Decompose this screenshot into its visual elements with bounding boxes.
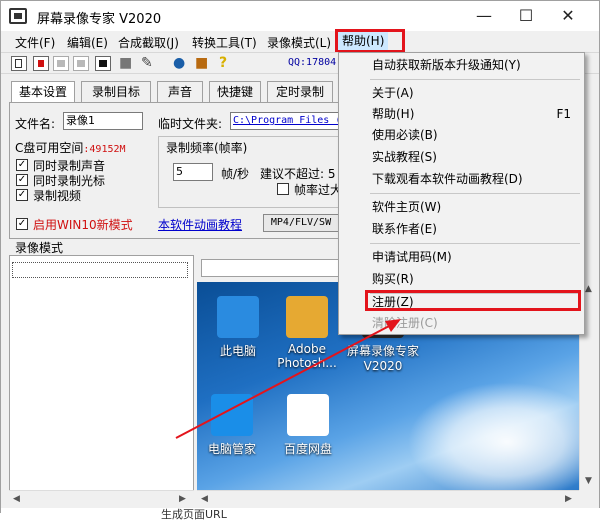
menu-convert[interactable]: 转换工具(T) [192,34,257,51]
desktop-icon-label: 此电脑 [219,344,256,358]
file-list-pane[interactable] [9,255,194,491]
bottom-status-text: 生成页面URL [161,508,227,521]
frame-rate-group-title: 录制频率(帧率) [164,139,250,156]
desktop-icon-baidu-pan[interactable]: 百度网盘 [273,394,343,457]
record-video-label: 录制视频 [33,189,82,203]
tutorial-link[interactable]: 本软件动画教程 [158,216,242,233]
menu-separator [370,79,580,80]
menu-item-help[interactable]: 帮助(H) F1 [342,104,581,124]
menu-item-trial-code[interactable]: 申请试用码(M) [342,247,581,267]
desktop-icon-this-pc[interactable]: 此电脑 [203,296,273,359]
scroll-left-icon[interactable]: ◀ [201,494,208,504]
desktop-icon-photoshop[interactable]: Adobe Photosh... [272,296,342,370]
title-bar: 屏幕录像专家 V2020 — ☐ ✕ [1,1,599,31]
checkbox-record-video[interactable]: ✓ [16,189,28,201]
horizontal-scrollbar[interactable]: ◀ ▶ [197,490,579,508]
shield-icon [211,394,253,436]
desktop-wallpaper-cloud [407,382,579,490]
fps-unit: 帧/秒 [221,167,250,181]
format-button[interactable]: MP4/FLV/SW [263,214,339,232]
filename-input[interactable]: 录像1 [63,112,143,130]
menu-item-must-read[interactable]: 使用必读(B) [342,125,581,145]
fps-high-label: 帧率过大 [294,183,343,197]
maximize-button[interactable]: ☐ [511,5,541,27]
qq-number: QQ:17804 [288,57,337,68]
fps-suggestion: 建议不超过: 5 [260,167,336,181]
file-list-selection [12,262,188,278]
new-icon[interactable] [11,56,27,71]
camera-icon[interactable]: ■ [119,55,132,71]
desktop-icon-label: 电脑管家 [207,442,256,456]
menu-item-buy[interactable]: 购买(R) [342,269,581,289]
help-icon[interactable]: ? [219,55,227,71]
briefcase-icon[interactable]: ■ [195,55,208,71]
desktop-icon-label: 百度网盘 [283,442,332,456]
help-menu-dropdown: 自动获取新版本升级通知(Y) 关于(A) 帮助(H) F1 使用必读(B) 实战教… [338,52,585,335]
menu-record-mode[interactable]: 录像模式(L) [267,34,331,51]
menu-item-tutorial[interactable]: 实战教程(S) [342,147,581,167]
menu-compose[interactable]: 合成截取(J) [118,34,179,51]
tempdir-field[interactable]: C:\Program Files ( [230,112,340,130]
app-icon [9,8,27,24]
app-window: 屏幕录像专家 V2020 — ☐ ✕ 文件(F) 编辑(E) 合成截取(J) 转… [0,0,600,521]
stop-icon[interactable] [53,56,69,71]
computer-icon [217,296,259,338]
tab-sound[interactable]: 声音 [157,81,203,103]
scroll-left-icon[interactable]: ◀ [13,494,20,504]
menu-item-auto-update[interactable]: 自动获取新版本升级通知(Y) [342,55,581,75]
checkbox-win10-mode[interactable]: ✓ [16,218,28,230]
checkbox-record-cursor[interactable]: ✓ [16,174,28,186]
checkbox-fps-high[interactable] [277,183,289,195]
minimize-button[interactable]: — [469,5,499,27]
shortcut-f1: F1 [556,107,571,121]
fps-input[interactable]: 5 [173,163,213,181]
menu-item-about[interactable]: 关于(A) [342,83,581,103]
menu-item-register[interactable]: 注册(Z) [342,292,581,312]
photoshop-icon [286,296,328,338]
scroll-down-icon[interactable]: ▼ [585,476,592,486]
playback-icon[interactable] [95,56,111,71]
disk-space-value: :49152M [83,144,126,155]
scroll-right-icon[interactable]: ▶ [565,494,572,504]
scroll-up-icon[interactable]: ▲ [585,284,592,294]
disk-space-label: C盘可用空间:49152M [15,141,126,155]
menu-item-contact-author[interactable]: 联系作者(E) [342,219,581,239]
record-mode-label: 录像模式 [15,241,64,255]
menu-separator [370,243,580,244]
menu-bar: 文件(F) 编辑(E) 合成截取(J) 转换工具(T) 录像模式(L) 帮助(H… [1,31,599,52]
menu-item-homepage[interactable]: 软件主页(W) [342,197,581,217]
desktop-icon-label: Adobe Photosh... [277,342,337,370]
pen-icon[interactable]: ✎ [141,55,153,71]
menu-edit[interactable]: 编辑(E) [67,34,108,51]
tab-basic[interactable]: 基本设置 [11,81,75,103]
tab-timer[interactable]: 定时录制 [267,81,333,103]
pause-icon[interactable] [73,56,89,71]
tab-record-target[interactable]: 录制目标 [81,81,151,103]
win10-mode-label: 启用WIN10新模式 [33,218,133,232]
menu-item-clear-register: 清除注册(C) [372,316,438,330]
tempdir-label: 临时文件夹: [158,117,223,131]
record-icon[interactable] [33,56,49,71]
bottom-strip [1,508,600,514]
menu-item-download-tutorial[interactable]: 下载观看本软件动画教程(D) [342,169,581,189]
tab-hotkey[interactable]: 快捷键 [209,81,261,103]
checkbox-record-sound[interactable]: ✓ [16,159,28,171]
menu-separator [370,193,580,194]
window-title: 屏幕录像专家 V2020 [37,12,162,27]
scroll-right-icon[interactable]: ▶ [179,494,186,504]
filename-label: 文件名: [15,117,56,131]
globe-icon[interactable]: ● [173,55,185,71]
desktop-icon-pc-manager[interactable]: 电脑管家 [197,394,267,457]
close-button[interactable]: ✕ [553,5,583,27]
menu-help[interactable]: 帮助(H) [338,32,389,51]
desktop-icon-label: 屏幕录像专家 V2020 [346,344,419,373]
menu-file[interactable]: 文件(F) [15,34,55,51]
cloud-icon [287,394,329,436]
